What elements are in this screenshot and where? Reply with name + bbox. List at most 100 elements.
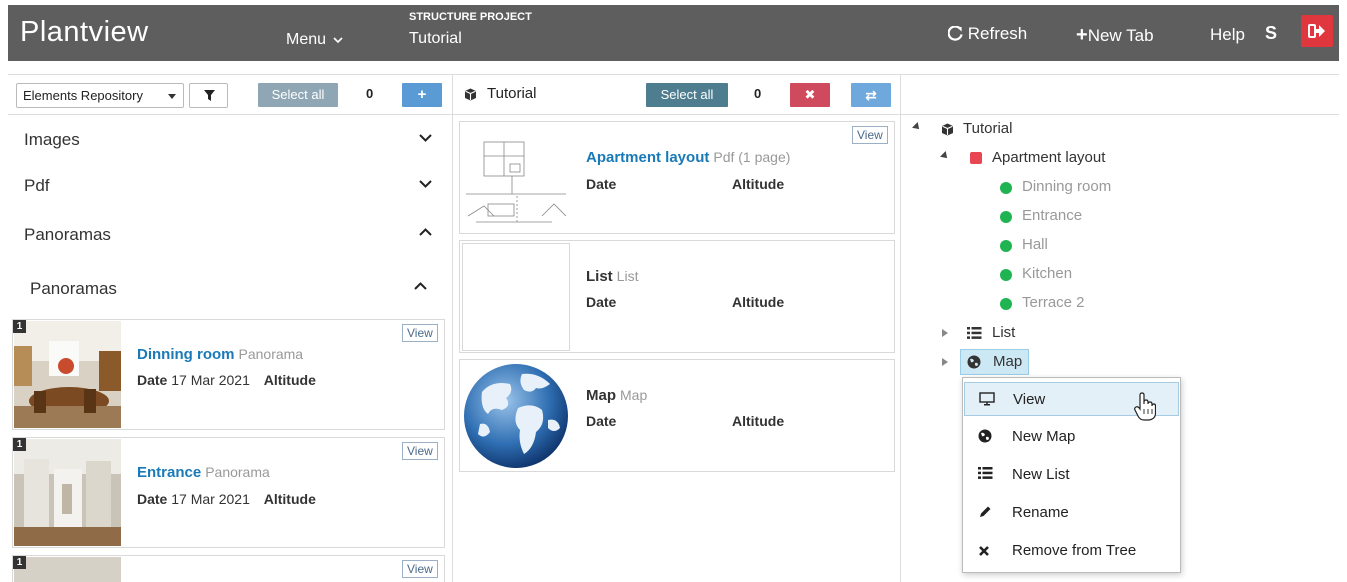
- add-button[interactable]: +: [402, 83, 442, 107]
- swap-icon: ⇄: [865, 87, 877, 103]
- section-images[interactable]: Images: [24, 130, 80, 150]
- globe-icon: [967, 355, 981, 369]
- date-label: Date: [586, 176, 617, 192]
- panorama-thumbnail[interactable]: [14, 321, 121, 428]
- context-menu-label: View: [1013, 391, 1046, 408]
- cube-icon: [465, 88, 476, 101]
- list-icon: [967, 327, 982, 339]
- filter-icon: [204, 90, 215, 101]
- tree-node-room[interactable]: Dinning room: [1022, 178, 1111, 195]
- new-tab-button[interactable]: +New Tab: [1076, 24, 1154, 47]
- chevron-up-icon[interactable]: [419, 228, 432, 236]
- tree-node-room[interactable]: Hall: [1022, 236, 1048, 253]
- context-menu-label: Remove from Tree: [1012, 542, 1137, 559]
- tree-node-root[interactable]: Tutorial: [963, 120, 1012, 137]
- context-menu-new-map[interactable]: New Map: [964, 420, 1179, 454]
- panel-title: Tutorial: [487, 85, 537, 102]
- item-title-link[interactable]: Dinning room Panorama: [137, 346, 303, 363]
- list-thumbnail[interactable]: [462, 243, 570, 351]
- hand-cursor-icon: [1134, 392, 1156, 421]
- tree-node-map[interactable]: Map: [993, 353, 1022, 370]
- view-button[interactable]: View: [852, 126, 888, 144]
- close-icon: [979, 546, 989, 556]
- repository-select[interactable]: Elements Repository: [16, 83, 184, 108]
- layout-status-icon: [970, 152, 982, 164]
- pencil-icon: [980, 506, 991, 517]
- item-title: List: [586, 268, 613, 285]
- repository-select-value: Elements Repository: [23, 88, 143, 103]
- item-title-link[interactable]: Apartment layout Pdf (1 page): [586, 149, 790, 166]
- item-meta: Date: [586, 176, 616, 192]
- altitude-label: Altitude: [732, 294, 785, 310]
- swap-button[interactable]: ⇄: [851, 83, 891, 107]
- project-name: Tutorial: [409, 30, 462, 47]
- select-all-button[interactable]: Select all: [646, 83, 728, 107]
- help-link[interactable]: Help: [1210, 25, 1245, 45]
- altitude-label: Altitude: [263, 372, 316, 388]
- menu-dropdown[interactable]: Menu: [286, 31, 344, 49]
- item-meta: Altitude: [732, 176, 784, 192]
- tree-expand-toggle[interactable]: [942, 358, 948, 366]
- context-menu-new-list[interactable]: New List: [964, 458, 1179, 492]
- context-menu-rename[interactable]: Rename: [964, 496, 1179, 530]
- item-type: List: [616, 268, 639, 284]
- chevron-down-icon[interactable]: [419, 134, 432, 142]
- select-all-button[interactable]: Select all: [258, 83, 338, 107]
- item-title-link[interactable]: Entrance Panorama: [137, 464, 270, 481]
- altitude-label: Altitude: [732, 176, 785, 192]
- element-card[interactable]: Map Map Date Altitude: [459, 359, 895, 472]
- section-pdf[interactable]: Pdf: [24, 176, 50, 196]
- tree-node-room[interactable]: Terrace 2: [1022, 294, 1085, 311]
- plus-icon: +: [1076, 24, 1088, 46]
- filter-button[interactable]: [189, 83, 228, 108]
- project-caption: STRUCTURE PROJECT: [409, 11, 532, 23]
- panorama-card[interactable]: 1 View Dinning room Panorama Date 17 Mar …: [12, 319, 445, 430]
- count-badge: 1: [13, 320, 26, 333]
- view-button[interactable]: View: [402, 560, 438, 578]
- date-value: 17 Mar 2021: [171, 491, 250, 507]
- date-label: Date: [137, 491, 168, 507]
- panorama-thumbnail[interactable]: [14, 439, 121, 546]
- item-type: Map: [620, 387, 648, 403]
- context-menu-label: New Map: [1012, 428, 1076, 445]
- pdf-thumbnail[interactable]: [462, 124, 570, 230]
- subsection-panoramas[interactable]: Panoramas: [30, 279, 117, 299]
- view-button[interactable]: View: [402, 324, 438, 342]
- refresh-button[interactable]: Refresh: [947, 24, 1028, 44]
- tree-expand-toggle[interactable]: [912, 122, 922, 132]
- tree-node-room[interactable]: Kitchen: [1022, 265, 1072, 282]
- tree-node-layout[interactable]: Apartment layout: [992, 149, 1105, 166]
- date-value: 17 Mar 2021: [171, 372, 250, 388]
- logout-button[interactable]: [1301, 15, 1333, 47]
- app-logo[interactable]: Plantview: [20, 16, 149, 49]
- item-title: Dinning room: [137, 346, 235, 363]
- refresh-icon: [947, 25, 963, 41]
- refresh-label: Refresh: [967, 24, 1028, 43]
- chevron-down-icon[interactable]: [419, 180, 432, 188]
- chevron-up-icon[interactable]: [414, 282, 427, 290]
- close-icon: ✖: [804, 87, 816, 102]
- map-thumbnail[interactable]: [462, 362, 570, 470]
- count-badge: 1: [13, 556, 26, 569]
- panorama-card[interactable]: 1 View: [12, 555, 445, 582]
- status-dot-icon: [1000, 211, 1012, 223]
- column-divider: [452, 75, 453, 582]
- section-panoramas[interactable]: Panoramas: [24, 225, 111, 245]
- tree-node-room[interactable]: Entrance: [1022, 207, 1082, 224]
- tree-node-list[interactable]: List: [992, 324, 1015, 341]
- tree-expand-toggle[interactable]: [940, 151, 950, 161]
- remove-button[interactable]: ✖: [790, 83, 830, 107]
- item-title-link[interactable]: Map Map: [586, 387, 647, 404]
- user-avatar[interactable]: S: [1265, 23, 1277, 44]
- panorama-card[interactable]: 1 View Entrance Panorama Date 17 Mar 2021…: [12, 437, 445, 548]
- item-title: Map: [586, 387, 616, 404]
- item-meta: Date: [586, 413, 616, 429]
- panorama-thumbnail[interactable]: [14, 557, 121, 582]
- element-card[interactable]: List List Date Altitude: [459, 240, 895, 353]
- view-button[interactable]: View: [402, 442, 438, 460]
- element-card[interactable]: View Apartment layout Pdf (1 page) Date A…: [459, 121, 895, 234]
- context-menu-remove[interactable]: Remove from Tree: [964, 534, 1179, 568]
- item-title-link[interactable]: List List: [586, 268, 638, 285]
- tree-expand-toggle[interactable]: [942, 329, 948, 337]
- item-type: Panorama: [238, 346, 304, 362]
